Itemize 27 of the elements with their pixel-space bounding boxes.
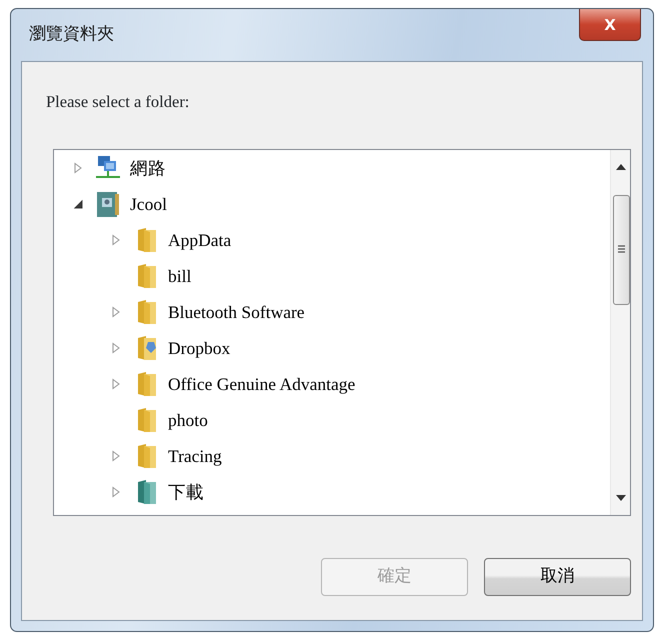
tree-item[interactable]: Bluetooth Software (168, 298, 305, 325)
scroll-thumb[interactable] (613, 194, 630, 305)
close-button[interactable]: X (579, 9, 641, 41)
window-title: 瀏覽資料夾 (29, 23, 114, 46)
expand-arrow-icon[interactable] (110, 378, 122, 390)
tree-item[interactable]: Tracing (168, 442, 222, 469)
tree-item[interactable]: 網路 (130, 154, 166, 181)
user-folder-icon (94, 190, 122, 218)
expand-arrow-icon[interactable] (110, 234, 122, 246)
scrollbar[interactable] (610, 150, 630, 515)
expand-arrow-icon[interactable] (110, 450, 122, 462)
tree-item[interactable]: photo (168, 406, 208, 433)
scroll-up-icon[interactable] (616, 164, 626, 170)
cancel-button[interactable]: 取消 (484, 558, 631, 596)
expand-arrow-icon[interactable] (110, 486, 122, 498)
prompt-text: Please select a folder: (46, 91, 190, 113)
scroll-down-icon[interactable] (616, 494, 626, 501)
tree-item[interactable]: Dropbox (168, 334, 230, 361)
tree-item[interactable]: Office Genuine Advantage (168, 370, 356, 397)
tree-item[interactable]: bill (168, 262, 192, 289)
expand-arrow-icon[interactable] (110, 306, 122, 318)
collapse-arrow-icon[interactable] (72, 198, 84, 210)
tree-item[interactable]: 下載 (168, 478, 204, 505)
tree-item[interactable]: Jcool (130, 190, 167, 217)
tree-item[interactable]: AppData (168, 226, 232, 253)
expand-arrow-icon[interactable] (72, 162, 84, 174)
expand-arrow-icon[interactable] (110, 342, 122, 354)
